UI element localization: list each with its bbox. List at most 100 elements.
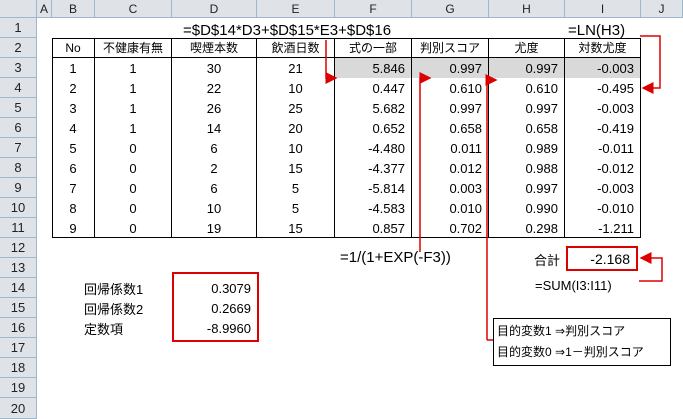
total-value-cell[interactable]: -2.168 bbox=[568, 248, 636, 269]
table-cell[interactable]: 8 bbox=[52, 198, 95, 218]
table-cell[interactable]: 0 bbox=[95, 178, 172, 198]
column-header-c[interactable]: C bbox=[95, 0, 172, 18]
table-cell[interactable]: 0.447 bbox=[335, 78, 412, 98]
table-cell[interactable]: 0.857 bbox=[335, 218, 412, 238]
column-header-j[interactable]: J bbox=[641, 0, 683, 18]
table-cell[interactable]: 14 bbox=[172, 118, 257, 138]
row-header-20[interactable]: 20 bbox=[0, 398, 37, 419]
table-cell[interactable]: 5 bbox=[257, 178, 335, 198]
table-cell[interactable]: 4 bbox=[52, 118, 95, 138]
table-header-cell[interactable]: 不健康有無 bbox=[95, 38, 172, 58]
table-cell[interactable]: 0.610 bbox=[412, 78, 489, 98]
table-cell[interactable]: 0.988 bbox=[489, 158, 565, 178]
row-header-19[interactable]: 19 bbox=[0, 378, 37, 398]
table-cell[interactable]: 22 bbox=[172, 78, 257, 98]
table-cell[interactable]: 0 bbox=[95, 138, 172, 158]
table-cell[interactable]: -0.495 bbox=[565, 78, 641, 98]
table-header-cell[interactable]: 式の一部 bbox=[335, 38, 412, 58]
row-header-11[interactable]: 11 bbox=[0, 218, 37, 238]
table-cell[interactable]: 0.997 bbox=[412, 58, 489, 78]
table-cell[interactable]: 1 bbox=[95, 118, 172, 138]
row-header-16[interactable]: 16 bbox=[0, 318, 37, 338]
constant-value[interactable]: -8.9960 bbox=[174, 318, 257, 338]
table-cell[interactable]: 0.011 bbox=[412, 138, 489, 158]
table-cell[interactable]: 10 bbox=[172, 198, 257, 218]
table-cell[interactable]: 1 bbox=[52, 58, 95, 78]
table-cell[interactable]: 21 bbox=[257, 58, 335, 78]
table-cell[interactable]: -5.814 bbox=[335, 178, 412, 198]
table-cell[interactable]: 0.658 bbox=[412, 118, 489, 138]
table-cell[interactable]: 0.997 bbox=[412, 98, 489, 118]
table-header-cell[interactable]: 対数尤度 bbox=[565, 38, 641, 58]
table-cell[interactable]: 30 bbox=[172, 58, 257, 78]
table-cell[interactable]: 5 bbox=[52, 138, 95, 158]
table-cell[interactable]: 6 bbox=[172, 178, 257, 198]
table-cell[interactable]: -4.377 bbox=[335, 158, 412, 178]
table-cell[interactable]: -0.010 bbox=[565, 198, 641, 218]
table-cell[interactable]: -4.480 bbox=[335, 138, 412, 158]
row-header-3[interactable]: 3 bbox=[0, 58, 37, 78]
table-cell[interactable]: 6 bbox=[172, 138, 257, 158]
row-header-2[interactable]: 2 bbox=[0, 38, 37, 58]
table-header-cell[interactable]: 喫煙本数 bbox=[172, 38, 257, 58]
row-header-4[interactable]: 4 bbox=[0, 78, 37, 98]
table-cell[interactable]: 1 bbox=[95, 78, 172, 98]
row-header-7[interactable]: 7 bbox=[0, 138, 37, 158]
table-cell[interactable]: -1.211 bbox=[565, 218, 641, 238]
column-header-d[interactable]: D bbox=[172, 0, 257, 18]
column-header-i[interactable]: I bbox=[565, 0, 641, 18]
table-cell[interactable]: 19 bbox=[172, 218, 257, 238]
table-cell[interactable]: 10 bbox=[257, 78, 335, 98]
row-header-15[interactable]: 15 bbox=[0, 298, 37, 318]
table-header-cell[interactable]: 尤度 bbox=[489, 38, 565, 58]
table-cell[interactable]: 0.012 bbox=[412, 158, 489, 178]
table-cell[interactable]: 0.997 bbox=[489, 58, 565, 78]
table-cell[interactable]: 0.298 bbox=[489, 218, 565, 238]
table-cell[interactable]: -0.011 bbox=[565, 138, 641, 158]
column-header-f[interactable]: F bbox=[335, 0, 412, 18]
row-header-12[interactable]: 12 bbox=[0, 238, 37, 258]
table-cell[interactable]: -0.419 bbox=[565, 118, 641, 138]
column-header-b[interactable]: B bbox=[52, 0, 95, 18]
table-cell[interactable]: 6 bbox=[52, 158, 95, 178]
table-cell[interactable]: 7 bbox=[52, 178, 95, 198]
table-cell[interactable]: 0.702 bbox=[412, 218, 489, 238]
table-header-cell[interactable]: 判別スコア bbox=[412, 38, 489, 58]
table-cell[interactable]: 0.658 bbox=[489, 118, 565, 138]
table-cell[interactable]: 1 bbox=[95, 98, 172, 118]
row-header-9[interactable]: 9 bbox=[0, 178, 37, 198]
row-header-13[interactable]: 13 bbox=[0, 258, 37, 278]
row-header-18[interactable]: 18 bbox=[0, 358, 37, 378]
column-header-e[interactable]: E bbox=[257, 0, 335, 18]
table-cell[interactable]: 26 bbox=[172, 98, 257, 118]
column-header-g[interactable]: G bbox=[412, 0, 489, 18]
table-cell[interactable]: 0.610 bbox=[489, 78, 565, 98]
table-cell[interactable]: 0 bbox=[95, 198, 172, 218]
table-cell[interactable]: 0 bbox=[95, 218, 172, 238]
column-header-a[interactable]: A bbox=[37, 0, 52, 18]
row-header-8[interactable]: 8 bbox=[0, 158, 37, 178]
table-cell[interactable]: 15 bbox=[257, 158, 335, 178]
table-cell[interactable]: 0.990 bbox=[489, 198, 565, 218]
table-cell[interactable]: 0 bbox=[95, 158, 172, 178]
column-header-h[interactable]: H bbox=[489, 0, 565, 18]
row-header-5[interactable]: 5 bbox=[0, 98, 37, 118]
table-header-cell[interactable]: No bbox=[52, 38, 95, 58]
table-cell[interactable]: 9 bbox=[52, 218, 95, 238]
table-cell[interactable]: 0.010 bbox=[412, 198, 489, 218]
table-cell[interactable]: 5 bbox=[257, 198, 335, 218]
table-cell[interactable]: 5.846 bbox=[335, 58, 412, 78]
table-cell[interactable]: 3 bbox=[52, 98, 95, 118]
select-all-corner[interactable] bbox=[0, 0, 37, 18]
table-cell[interactable]: 0.652 bbox=[335, 118, 412, 138]
table-cell[interactable]: 5.682 bbox=[335, 98, 412, 118]
row-header-17[interactable]: 17 bbox=[0, 338, 37, 358]
table-cell[interactable]: -4.583 bbox=[335, 198, 412, 218]
table-cell[interactable]: 10 bbox=[257, 138, 335, 158]
row-header-14[interactable]: 14 bbox=[0, 278, 37, 298]
table-cell[interactable]: -0.003 bbox=[565, 58, 641, 78]
table-cell[interactable]: -0.012 bbox=[565, 158, 641, 178]
table-cell[interactable]: 2 bbox=[172, 158, 257, 178]
table-cell[interactable]: 0.997 bbox=[489, 98, 565, 118]
table-cell[interactable]: 20 bbox=[257, 118, 335, 138]
